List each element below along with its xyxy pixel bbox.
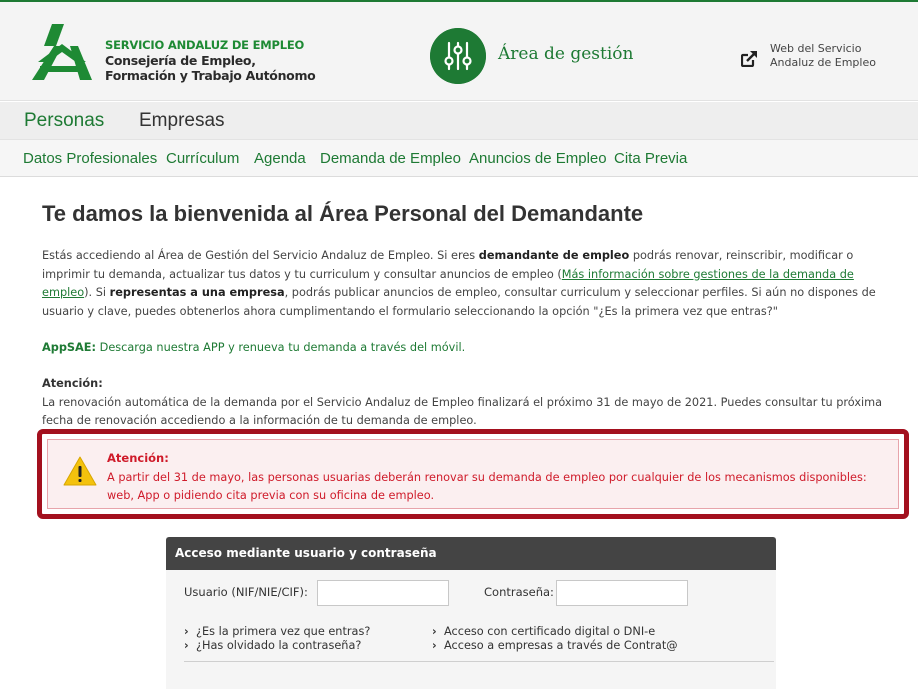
chevron-right-icon: › xyxy=(432,639,437,652)
sliders-icon xyxy=(430,28,486,84)
chevron-right-icon: › xyxy=(184,639,189,652)
page-title: Te damos la bienvenida al Área Personal … xyxy=(42,201,644,226)
certificate-access-link-label: Acceso con certificado digital o DNI-e xyxy=(444,625,656,638)
login-panel: Acceso mediante usuario y contraseña Usu… xyxy=(166,537,776,689)
external-link-icon[interactable] xyxy=(741,51,757,67)
web-sae-link-line2: Andaluz de Empleo xyxy=(770,56,876,69)
alert-title: Atención: xyxy=(107,451,169,465)
password-label: Contraseña: xyxy=(484,585,554,599)
area-title: Área de gestión xyxy=(498,44,634,64)
nav-anuncios-de-empleo[interactable]: Anuncios de Empleo xyxy=(469,150,607,167)
web-sae-link[interactable]: Web del Servicio Andaluz de Empleo xyxy=(770,42,876,70)
notice-label: Atención: xyxy=(42,377,103,390)
org-subtitle-line1: Consejería de Empleo, xyxy=(105,53,256,68)
alert-box: Atención: A partir del 31 de mayo, las p… xyxy=(37,429,909,519)
forgot-password-link[interactable]: › ¿Has olvidado la contraseña? xyxy=(184,639,361,652)
alert-text: A partir del 31 de mayo, las personas us… xyxy=(107,471,867,502)
secondary-nav: Datos Profesionales Currículum Agenda De… xyxy=(0,139,918,177)
appsae-text: Descarga nuestra APP y renueva tu demand… xyxy=(96,341,466,354)
forgot-password-link-label: ¿Has olvidado la contraseña? xyxy=(196,639,362,652)
login-heading: Acceso mediante usuario y contraseña xyxy=(175,546,437,560)
username-input[interactable] xyxy=(317,580,449,606)
nav-datos-profesionales[interactable]: Datos Profesionales xyxy=(23,150,157,167)
first-time-link-label: ¿Es la primera vez que entras? xyxy=(196,625,371,638)
alert-content: Atención: A partir del 31 de mayo, las p… xyxy=(47,439,899,509)
username-label: Usuario (NIF/NIE/CIF): xyxy=(184,585,308,599)
contrata-access-link-label: Acceso a empresas a través de Contrat@ xyxy=(444,639,678,652)
nav-curriculum[interactable]: Currículum xyxy=(166,150,239,167)
first-time-link[interactable]: › ¿Es la primera vez que entras? xyxy=(184,625,370,638)
web-sae-link-line1: Web del Servicio xyxy=(770,42,862,55)
intro-bold-demandante: demandante de empleo xyxy=(478,249,630,262)
nav-cita-previa[interactable]: Cita Previa xyxy=(614,150,687,167)
intro-text-3: ). Si xyxy=(84,286,110,299)
primary-nav: Personas Empresas xyxy=(0,102,918,139)
intro-text-1: Estás accediendo al Área de Gestión del … xyxy=(42,249,479,262)
login-divider xyxy=(184,661,774,662)
junta-andalucia-logo[interactable] xyxy=(30,22,94,82)
org-subtitle-line2: Formación y Trabajo Autónomo xyxy=(105,68,316,83)
org-title: SERVICIO ANDALUZ DE EMPLEO xyxy=(105,38,305,52)
certificate-access-link[interactable]: › Acceso con certificado digital o DNI-e xyxy=(432,625,655,638)
tab-personas[interactable]: Personas xyxy=(24,110,104,132)
contrata-access-link[interactable]: › Acceso a empresas a través de Contrat@ xyxy=(432,639,678,652)
chevron-right-icon: › xyxy=(432,625,437,638)
site-header: SERVICIO ANDALUZ DE EMPLEO Consejería de… xyxy=(0,2,918,101)
appsae-label: AppSAE: xyxy=(42,341,97,354)
password-input[interactable] xyxy=(556,580,688,606)
chevron-right-icon: › xyxy=(184,625,189,638)
notice-text: La renovación automática de la demanda p… xyxy=(42,395,883,428)
warning-icon xyxy=(63,456,97,486)
notice-paragraph: Atención: La renovación automática de la… xyxy=(42,375,902,431)
intro-bold-empresa: representas a una empresa xyxy=(109,286,285,299)
nav-demanda-de-empleo[interactable]: Demanda de Empleo xyxy=(320,150,461,167)
org-subtitle: Consejería de Empleo, Formación y Trabaj… xyxy=(105,53,316,83)
login-header: Acceso mediante usuario y contraseña xyxy=(166,537,776,570)
nav-agenda[interactable]: Agenda xyxy=(254,150,306,167)
intro-paragraph: Estás accediendo al Área de Gestión del … xyxy=(42,247,902,321)
appsae-paragraph: AppSAE: Descarga nuestra APP y renueva t… xyxy=(42,339,902,358)
tab-empresas[interactable]: Empresas xyxy=(139,110,225,132)
